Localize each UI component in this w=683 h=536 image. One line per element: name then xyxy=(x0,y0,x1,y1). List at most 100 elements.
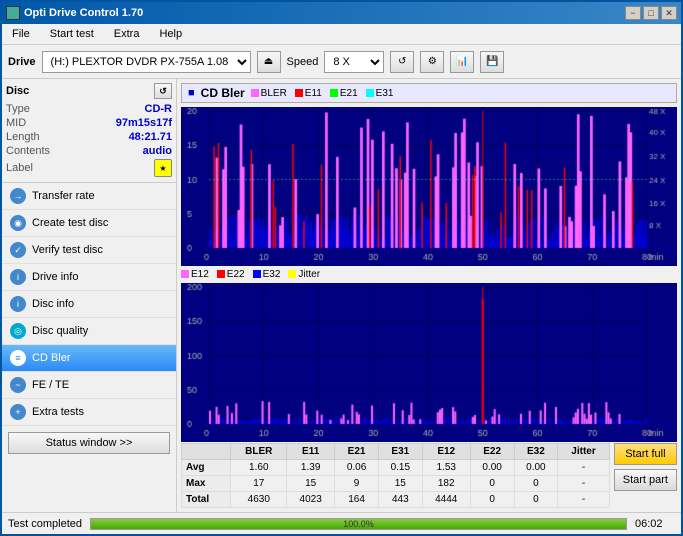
nav-drive-info-label: Drive info xyxy=(32,271,78,283)
start-part-button[interactable]: Start part xyxy=(614,469,677,491)
legend-bler-dot xyxy=(251,89,259,97)
legend-bler-label: BLER xyxy=(261,88,287,99)
stats-col-e11: E11 xyxy=(287,444,335,460)
transfer-rate-icon: → xyxy=(10,188,26,204)
extra-tests-icon: + xyxy=(10,404,26,420)
nav-disc-info[interactable]: i Disc info xyxy=(2,291,176,318)
nav-cd-bler[interactable]: ≡ CD Bler xyxy=(2,345,176,372)
disc-mid-row: MID 97m15s17f xyxy=(6,116,172,130)
speed-label: Speed xyxy=(287,56,319,68)
stats-avg-e12: 1.53 xyxy=(422,460,470,476)
nav-create-test-disc[interactable]: ◉ Create test disc xyxy=(2,210,176,237)
legend-e12-dot xyxy=(181,270,189,278)
refresh-button[interactable]: ↺ xyxy=(390,51,414,73)
title-bar-content: Opti Drive Control 1.70 xyxy=(6,6,143,20)
close-button[interactable]: ✕ xyxy=(661,6,677,20)
stats-header-row: BLER E11 E21 E31 E12 E22 E32 Jitter xyxy=(182,444,610,460)
stats-col-empty xyxy=(182,444,231,460)
stats-row: BLER E11 E21 E31 E12 E22 E32 Jitter xyxy=(181,443,677,508)
main-window: Opti Drive Control 1.70 − □ ✕ File Start… xyxy=(0,0,683,536)
progress-text: 100.0% xyxy=(91,519,626,529)
legend-e11-dot xyxy=(295,89,303,97)
nav-drive-info[interactable]: i Drive info xyxy=(2,264,176,291)
title-bar: Opti Drive Control 1.70 − □ ✕ xyxy=(2,2,681,24)
fe-te-icon: ~ xyxy=(10,377,26,393)
bottom-legend: E12 E22 E32 Jitter xyxy=(181,268,677,281)
stats-max-bler: 17 xyxy=(231,476,287,492)
drive-dropdown[interactable]: (H:) PLEXTOR DVDR PX-755A 1.08 xyxy=(42,51,251,73)
nav-extra-tests[interactable]: + Extra tests xyxy=(2,399,176,426)
menu-help[interactable]: Help xyxy=(153,26,188,42)
stats-total-e31: 443 xyxy=(378,492,422,508)
nav-disc-quality[interactable]: ◎ Disc quality xyxy=(2,318,176,345)
legend-e22: E22 xyxy=(217,269,245,280)
legend-e32-dot xyxy=(253,270,261,278)
nav-verify-test-disc[interactable]: ✓ Verify test disc xyxy=(2,237,176,264)
stats-total-e32: 0 xyxy=(514,492,558,508)
stats-total-row: Total 4630 4023 164 443 4444 0 0 - xyxy=(182,492,610,508)
action-buttons: Start full Start part xyxy=(614,443,677,491)
legend-e32: E32 xyxy=(253,269,281,280)
speed-dropdown[interactable]: 8 X xyxy=(324,51,384,73)
window-controls: − □ ✕ xyxy=(625,6,677,20)
legend-bler: BLER xyxy=(251,88,287,99)
eject-button[interactable]: ⏏ xyxy=(257,51,281,73)
drive-label: Drive xyxy=(8,56,36,68)
chart-title-bar: ■ CD Bler BLER E11 E21 xyxy=(181,83,677,103)
disc-refresh-button[interactable]: ↺ xyxy=(154,83,172,99)
legend-e31-dot xyxy=(366,89,374,97)
minimize-button[interactable]: − xyxy=(625,6,641,20)
nav-fe-te[interactable]: ~ FE / TE xyxy=(2,372,176,399)
disc-info-icon: i xyxy=(10,296,26,312)
menu-start-test[interactable]: Start test xyxy=(44,26,100,42)
legend-e12-label: E12 xyxy=(191,269,209,280)
stats-total-bler: 4630 xyxy=(231,492,287,508)
time-text: 06:02 xyxy=(635,518,675,530)
maximize-button[interactable]: □ xyxy=(643,6,659,20)
menu-extra[interactable]: Extra xyxy=(108,26,146,42)
disc-quality-icon: ◎ xyxy=(10,323,26,339)
stats-total-e22: 0 xyxy=(470,492,514,508)
mid-label: MID xyxy=(6,117,26,129)
stats-col-bler: BLER xyxy=(231,444,287,460)
bottom-chart xyxy=(181,283,677,442)
disc-title: Disc xyxy=(6,85,29,97)
menu-file[interactable]: File xyxy=(6,26,36,42)
nav-disc-info-label: Disc info xyxy=(32,298,74,310)
nav-transfer-rate-label: Transfer rate xyxy=(32,190,95,202)
legend-e11-label: E11 xyxy=(305,88,322,99)
stats-table-container: BLER E11 E21 E31 E12 E22 E32 Jitter xyxy=(181,443,610,508)
drive-selector: (H:) PLEXTOR DVDR PX-755A 1.08 xyxy=(42,51,251,73)
legend-e21-dot xyxy=(330,89,338,97)
stats-max-e22: 0 xyxy=(470,476,514,492)
config-button[interactable]: ⚙ xyxy=(420,51,444,73)
stats-col-e12: E12 xyxy=(422,444,470,460)
disc-type-row: Type CD-R xyxy=(6,102,172,116)
legend-e11: E11 xyxy=(295,88,322,99)
disc-length-row: Length 48:21.71 xyxy=(6,130,172,144)
stats-max-row: Max 17 15 9 15 182 0 0 - xyxy=(182,476,610,492)
legend-jitter: Jitter xyxy=(288,269,320,280)
label-icon[interactable]: ★ xyxy=(154,159,172,177)
status-window-button[interactable]: Status window >> xyxy=(8,432,170,454)
stats-avg-row: Avg 1.60 1.39 0.06 0.15 1.53 0.00 0.00 - xyxy=(182,460,610,476)
nav-extra-tests-label: Extra tests xyxy=(32,406,84,418)
legend-e31: E31 xyxy=(366,88,394,99)
legend-e21: E21 xyxy=(330,88,358,99)
stats-avg-bler: 1.60 xyxy=(231,460,287,476)
legend-e32-label: E32 xyxy=(263,269,281,280)
stats-max-e11: 15 xyxy=(287,476,335,492)
top-chart xyxy=(181,107,677,266)
chart-icon: ■ xyxy=(188,87,195,99)
legend-e22-dot xyxy=(217,270,225,278)
start-full-button[interactable]: Start full xyxy=(614,443,677,465)
window-title: Opti Drive Control 1.70 xyxy=(24,7,143,19)
stats-total-e21: 164 xyxy=(335,492,379,508)
save-button[interactable]: 💾 xyxy=(480,51,504,73)
nav-create-test-disc-label: Create test disc xyxy=(32,217,108,229)
stats-avg-e11: 1.39 xyxy=(287,460,335,476)
report-button[interactable]: 📊 xyxy=(450,51,474,73)
stats-max-e31: 15 xyxy=(378,476,422,492)
label-label: Label xyxy=(6,162,33,174)
nav-transfer-rate[interactable]: → Transfer rate xyxy=(2,183,176,210)
